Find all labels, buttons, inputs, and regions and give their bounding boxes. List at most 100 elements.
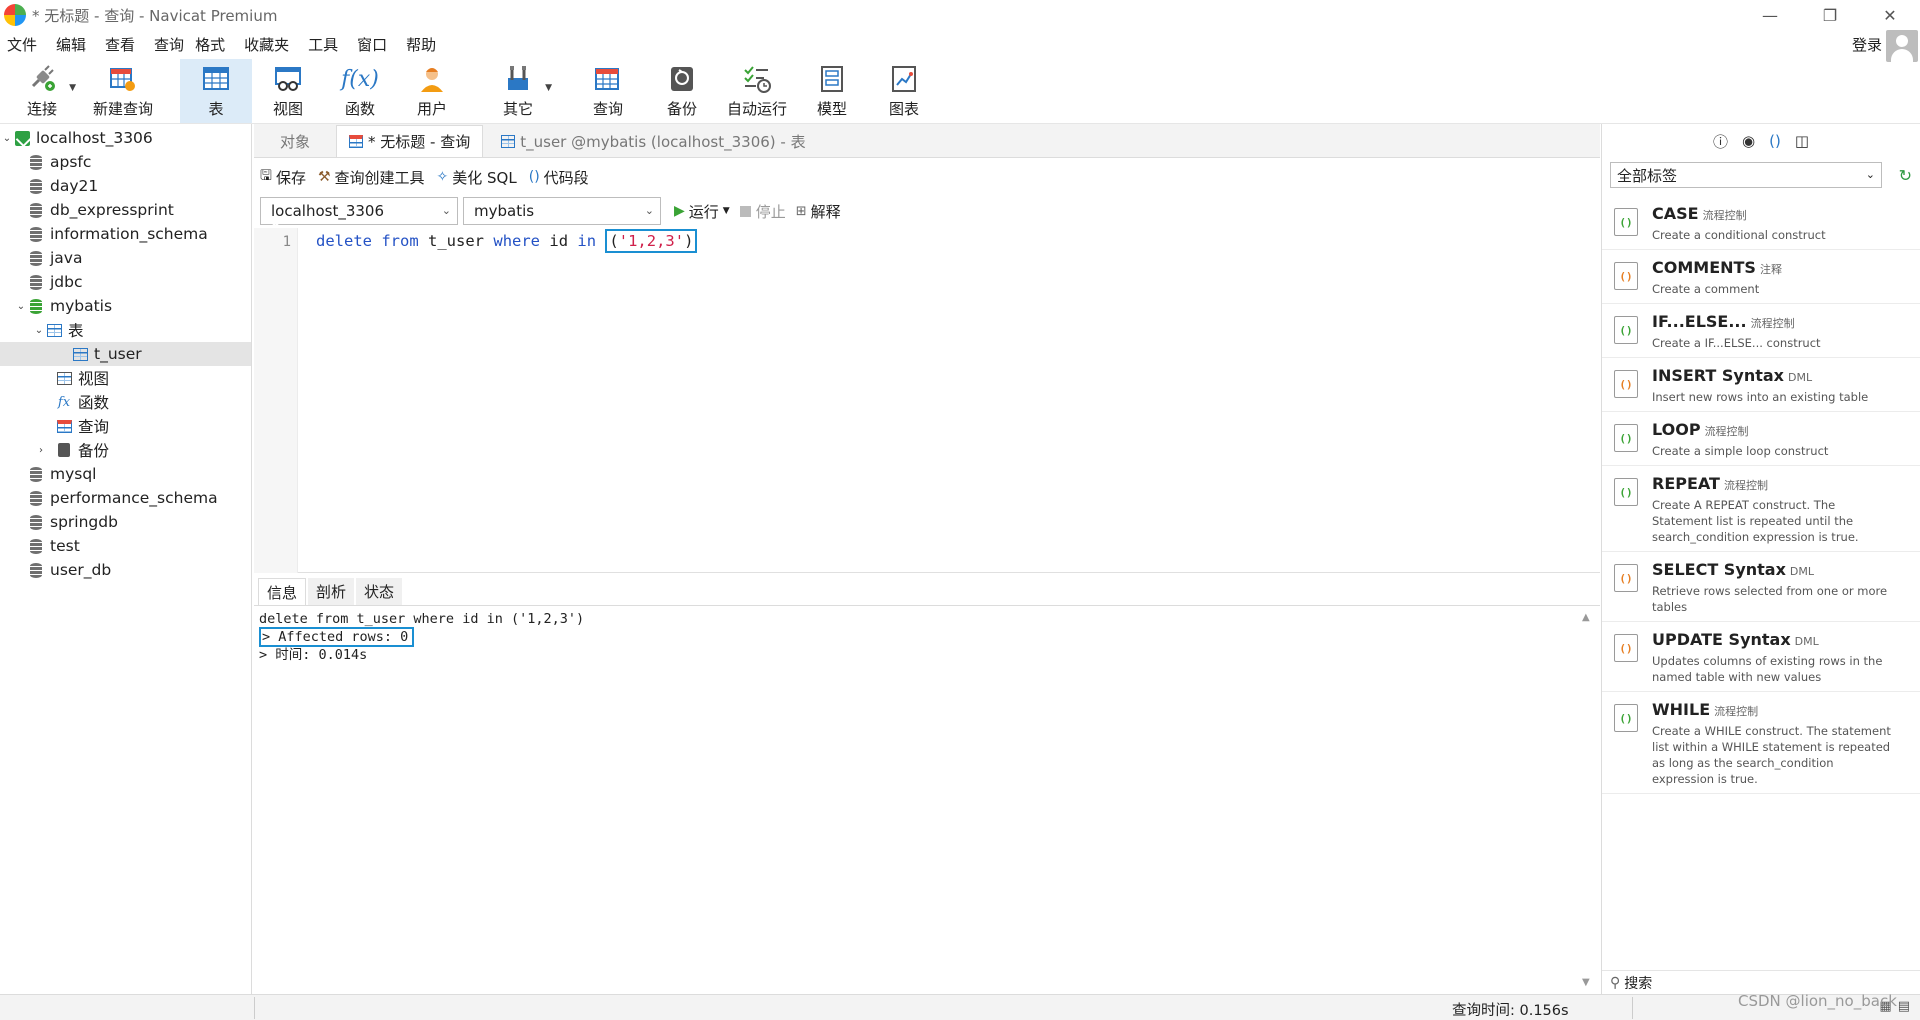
connect-label: 连接 [26,100,57,118]
close-button[interactable]: ✕ [1860,0,1920,30]
tree-tables-folder[interactable]: ⌄ 表 [0,318,251,342]
tab-profile[interactable]: 剖析 [308,578,355,605]
snippet-loop[interactable]: () LOOP 流程控制 Create a simple loop constru… [1602,412,1920,466]
login-link[interactable]: 登录 [1852,34,1882,55]
tab-status[interactable]: 状态 [356,578,403,605]
connection-select[interactable]: localhost_3306 ⌄ [260,197,458,225]
tree-db-apsfc[interactable]: apsfc [0,150,251,174]
snippet-title: LOOP [1652,420,1701,439]
code-snippet-button[interactable]: () 代码段 [529,167,589,188]
layout-icon[interactable]: ◫ [1795,132,1809,150]
run-button[interactable]: ▶ 运行 ▼ [674,201,730,222]
braces-icon[interactable]: () [1769,132,1781,150]
tree-db-label: springdb [50,513,118,531]
chart-button[interactable]: 图表 [868,59,940,123]
tree-db-db-expressprint[interactable]: db_expressprint [0,198,251,222]
connection-select-value: localhost_3306 [271,202,385,220]
tree-functions-folder[interactable]: fx 函数 [0,390,251,414]
function-button[interactable]: f(x) 函数 [324,59,396,123]
tag-filter-select[interactable]: 全部标签 ⌄ [1610,162,1882,188]
form-view-icon[interactable]: ▤ [1898,999,1910,1014]
tree-queries-folder[interactable]: 查询 [0,414,251,438]
menu-window[interactable]: 窗口 [350,34,399,55]
chart-label: 图表 [888,100,919,118]
refresh-icon[interactable]: ↻ [1899,166,1912,185]
chevron-down-icon[interactable]: ⌄ [32,325,46,336]
scroll-down-icon[interactable]: ▼ [1582,977,1590,988]
info-icon[interactable]: ⓘ [1713,131,1728,152]
result-scrollbar[interactable]: ▲ ▼ [1578,610,1598,990]
menu-favorites[interactable]: 收藏夹 [237,34,301,55]
snippet-insert[interactable]: () INSERT Syntax DML Insert new rows into… [1602,358,1920,412]
menu-view[interactable]: 查看 [98,34,147,55]
tree-views-folder[interactable]: 视图 [0,366,251,390]
eye-icon[interactable]: ◉ [1742,132,1755,150]
tree-db-java[interactable]: java [0,246,251,270]
chevron-right-icon[interactable]: › [34,445,48,456]
chevron-down-icon[interactable]: ⌄ [0,133,14,144]
tab-info[interactable]: 信息 [258,578,307,605]
query-button[interactable]: 查询 [572,59,644,123]
navigation-tree: ⌄ localhost_3306 apsfc day21 db_expressp… [0,124,252,994]
menu-help[interactable]: 帮助 [399,34,448,55]
snippet-update[interactable]: () UPDATE Syntax DML Updates columns of e… [1602,622,1920,692]
scroll-up-icon[interactable]: ▲ [1582,612,1590,623]
tree-db-mysql[interactable]: mysql [0,462,251,486]
database-select[interactable]: mybatis ⌄ [463,197,661,225]
tree-db-user-db[interactable]: user_db [0,558,251,582]
save-button[interactable]: 🖫 保存 [260,165,306,189]
document-tabs: 对象 * 无标题 - 查询 t_user @mybatis (localhost… [254,124,1600,158]
snippet-case[interactable]: () CASE 流程控制 Create a conditional constru… [1602,196,1920,250]
menu-format[interactable]: 格式 [188,34,237,55]
chevron-down-icon[interactable]: ⌄ [14,301,28,312]
model-button[interactable]: 模型 [796,59,868,123]
result-output[interactable]: delete from t_user where id in ('1,2,3')… [254,610,1580,990]
tab-query[interactable]: * 无标题 - 查询 [336,125,484,157]
tab-table[interactable]: t_user @mybatis (localhost_3306) - 表 [489,125,817,157]
tree-db-day21[interactable]: day21 [0,174,251,198]
tree-connection[interactable]: ⌄ localhost_3306 [0,126,251,150]
menu-tools[interactable]: 工具 [301,34,350,55]
snippet-repeat[interactable]: () REPEAT 流程控制 Create A REPEAT construct.… [1602,466,1920,552]
explain-button[interactable]: ⊞ 解释 [796,201,841,222]
tree-backups-folder[interactable]: › 备份 [0,438,251,462]
chevron-down-icon[interactable]: ▼ [545,83,552,93]
tree-db-mybatis[interactable]: ⌄ mybatis [0,294,251,318]
tree-db-information-schema[interactable]: information_schema [0,222,251,246]
new-query-button[interactable]: 新建查询 [78,59,168,123]
function-icon: f(x) [341,66,379,92]
sql-keyword: delete [316,232,372,250]
menu-query[interactable]: 查询 [147,34,188,55]
table-button[interactable]: 表 [180,59,252,123]
beautify-sql-label: 美化 SQL [452,168,517,187]
snippet-comments[interactable]: () COMMENTS 注释 Create a comment [1602,250,1920,304]
tree-db-test[interactable]: test [0,534,251,558]
snippet-if-else[interactable]: () IF...ELSE... 流程控制 Create a IF...ELSE..… [1602,304,1920,358]
stop-button[interactable]: 停止 [739,201,786,222]
query-builder-button[interactable]: ⚒ 查询创建工具 [318,167,425,188]
sql-editor[interactable]: 1 delete from t_user where id in ('1,2,3… [254,228,1600,573]
connect-button[interactable]: 连接 ▼ [6,59,78,123]
menu-file[interactable]: 文件 [0,34,49,55]
snippet-while[interactable]: () WHILE 流程控制 Create a WHILE construct. T… [1602,692,1920,794]
snippet-search[interactable]: ⚲ 搜索 [1602,970,1920,994]
tab-objects[interactable]: 对象 [254,125,336,157]
beautify-sql-button[interactable]: ✧ 美化 SQL [437,167,517,188]
user-button[interactable]: 用户 [396,59,468,123]
tree-table-t-user[interactable]: t_user [0,342,251,366]
tree-db-performance-schema[interactable]: performance_schema [0,486,251,510]
minimize-button[interactable]: — [1740,0,1800,30]
snippet-file-icon: () [1614,208,1638,236]
tree-db-jdbc[interactable]: jdbc [0,270,251,294]
search-placeholder: 搜索 [1624,975,1653,992]
backup-button[interactable]: 备份 [646,59,718,123]
tree-db-springdb[interactable]: springdb [0,510,251,534]
chevron-down-icon[interactable]: ▼ [69,83,76,93]
other-button[interactable]: 其它 ▼ [482,59,554,123]
snippet-select[interactable]: () SELECT Syntax DML Retrieve rows select… [1602,552,1920,622]
chevron-down-icon[interactable]: ▼ [723,206,730,216]
menu-edit[interactable]: 编辑 [49,34,98,55]
view-button[interactable]: 视图 [252,59,324,123]
auto-run-button[interactable]: 自动运行 [718,59,796,123]
restore-button[interactable]: ❐ [1800,0,1860,30]
